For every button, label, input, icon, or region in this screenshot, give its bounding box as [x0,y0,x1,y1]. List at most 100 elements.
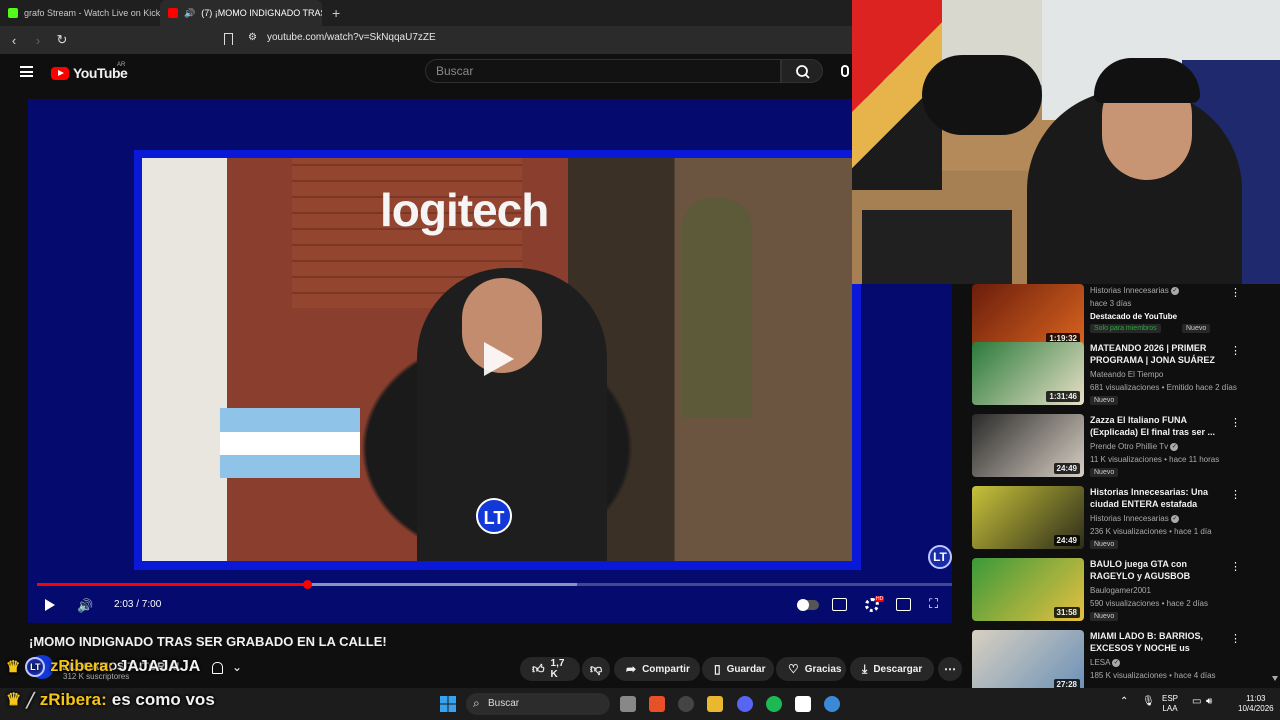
big-play-icon[interactable] [476,338,518,380]
video-thumbnail[interactable]: 1:19:32 [972,284,1084,347]
chat-text: JAJAJAJA [118,658,201,675]
back-icon[interactable]: ‹ [4,33,24,48]
video-thumbnail[interactable]: 24:49 [972,414,1084,477]
volume-icon[interactable]: 🔊 [77,598,93,614]
video-thumbnail[interactable]: 27:28 [972,630,1084,693]
tab-youtube[interactable]: 🔊 (7) ¡MOMO INDIGNADO TRAS ✕ [160,0,322,26]
progress-bar[interactable] [37,580,952,589]
menu-icon[interactable] [20,66,33,77]
autoplay-toggle[interactable] [797,599,819,611]
forward-icon[interactable]: › [28,33,48,48]
recommendation-item[interactable]: 1:19:32 Historias Innecesarias ✓ hace 3 dí… [972,284,1252,347]
subtitles-icon[interactable] [832,598,847,611]
new-tab-button[interactable]: + [332,5,340,21]
miniplayer-icon[interactable] [896,598,911,611]
recommendation-channel[interactable]: Historias Innecesarias ✓ [1090,286,1179,295]
video-thumbnail[interactable]: 1:31:46 [972,342,1084,405]
recommendation-channel[interactable]: Historias Innecesarias ✓ [1090,514,1179,523]
members-only-badge: Solo para miembros [1090,324,1161,333]
like-button[interactable]: 👍︎ 1,7 K [520,657,580,681]
recommendation-item[interactable]: 27:28 MIAMI LADO B: BARRIOS, EXCESOS Y NO… [972,630,1252,693]
recommendation-channel[interactable]: Prende Otro Phillie Tv ✓ [1090,442,1179,451]
voice-search-icon[interactable] [841,65,849,77]
recommendation-item[interactable]: 24:49 Zazza El Italiano FUNA (Explicada) … [972,414,1252,477]
more-vertical-icon[interactable]: ⋮ [1230,488,1241,501]
recommendation-title[interactable]: BAULO juega GTA con RAGEYLO y AGUSBOB [1090,558,1220,582]
microphone-icon[interactable]: 🎙︎ [1142,697,1155,707]
task-view-icon[interactable] [620,696,636,712]
capcut-icon[interactable] [795,696,811,712]
brave-icon[interactable] [649,696,665,712]
verified-icon: ✓ [1112,658,1121,667]
duration-badge: 24:49 [1053,463,1080,474]
recommendation-item[interactable]: 31:58 BAULO juega GTA con RAGEYLO y AGUSB… [972,558,1252,621]
network-icon[interactable]: ▭ [1192,697,1201,707]
recommendation-title[interactable]: Zazza El Italiano FUNA (Explicada) El fi… [1090,414,1220,438]
notification-bell-icon[interactable] [212,662,223,674]
more-vertical-icon[interactable]: ⋮ [1230,286,1241,299]
file-explorer-icon[interactable] [707,696,723,712]
share-button[interactable]: ➦ Compartir [614,657,700,681]
save-button[interactable]: ▯ Guardar [702,657,774,681]
reload-icon[interactable]: ↻ [52,32,72,48]
headphones-image [1094,58,1200,103]
clock[interactable]: 11:03 10/4/2026 [1238,694,1274,714]
site-info-icon[interactable]: ⚙ [248,32,257,43]
taskbar-search[interactable]: Buscar [466,693,610,715]
language-code: ESP [1162,694,1179,703]
recommendation-item[interactable]: 1:31:46 MATEANDO 2026 | PRIMER PROGRAMA |… [972,342,1252,405]
fullscreen-icon[interactable]: ⛶ [929,596,938,612]
audio-icon[interactable]: 🔊 [184,8,195,19]
new-badge: Nuevo [1090,468,1119,477]
scrubber-handle[interactable] [302,580,312,589]
hd-badge: HD [875,596,885,602]
speaker-icon[interactable]: 🔊︎ [1206,697,1212,707]
branding-watermark-icon[interactable]: LT [928,545,952,569]
thanks-button[interactable]: ♡ Gracias [776,657,846,681]
more-vertical-icon[interactable]: ⋮ [1230,632,1241,645]
language-indicator[interactable]: ESP LAA [1162,694,1178,714]
url-field[interactable]: ⚙ youtube.com/watch?v=SkNqqaU7zZE [248,32,436,43]
app-icon[interactable] [824,696,840,712]
tab-kick[interactable]: grafo Stream - Watch Live on Kick [0,0,160,26]
discord-icon[interactable] [737,696,753,712]
bookmark-icon[interactable] [224,33,233,45]
download-button[interactable]: ⤓ Descargar [850,657,934,681]
recommendation-title[interactable]: MATEANDO 2026 | PRIMER PROGRAMA | JONA S… [1090,342,1220,368]
badge-icon: LT [25,657,46,677]
more-vertical-icon[interactable]: ⋮ [1230,560,1241,573]
download-label: Descargar [873,663,923,675]
chevron-down-icon[interactable]: ⌄ [232,660,242,674]
more-vertical-icon[interactable]: ⋮ [1230,416,1241,429]
recommendation-meta: 185 K visualizaciones • hace 4 días [1090,671,1216,680]
windows-start-icon[interactable] [440,696,456,712]
youtube-play-logo-icon [51,66,69,80]
crown-icon: ♛ [6,659,21,676]
search-input[interactable]: Buscar [425,59,781,83]
spotify-icon[interactable] [766,696,782,712]
recommendation-item[interactable]: 24:49 Historias Innecesarias: Una ciudad … [972,486,1252,549]
search-button[interactable] [781,59,823,83]
video-thumbnail[interactable]: 24:49 [972,486,1084,549]
address-bar-row: ‹ › ↻ ⚙ youtube.com/watch?v=SkNqqaU7zZE [0,26,852,54]
recommendation-channel[interactable]: LESA ✓ [1090,658,1121,667]
recommendation-channel[interactable]: Mateando El Tiempo [1090,370,1163,379]
play-button[interactable] [45,599,55,611]
scrollbar[interactable] [1270,284,1278,684]
more-vertical-icon[interactable]: ⋮ [1230,344,1241,357]
more-actions-button[interactable]: ⋯ [938,657,962,681]
recommendation-channel[interactable]: Baulogamer2001 [1090,586,1151,595]
youtube-logo[interactable]: YouTube AR [51,62,128,81]
chat-message: ♛ ╱ zRibera: es como vos [6,690,215,710]
obs-icon[interactable] [678,696,694,712]
video-thumbnail[interactable]: 31:58 [972,558,1084,621]
webcam-overlay [852,0,1280,284]
duration-badge: 31:58 [1053,607,1080,618]
region-code: AR [117,62,126,68]
recommendation-title[interactable]: MIAMI LADO B: BARRIOS, EXCESOS Y NOCHE u… [1090,630,1220,654]
recommendation-title[interactable]: Historias Innecesarias: Una ciudad ENTER… [1090,486,1220,510]
tray-chevron-icon[interactable]: ⌃ [1120,697,1128,707]
dislike-button[interactable]: 👎︎ [582,657,610,681]
new-badge: Nuevo [1182,324,1211,333]
thumbs-down-icon: 👎︎ [590,661,603,676]
